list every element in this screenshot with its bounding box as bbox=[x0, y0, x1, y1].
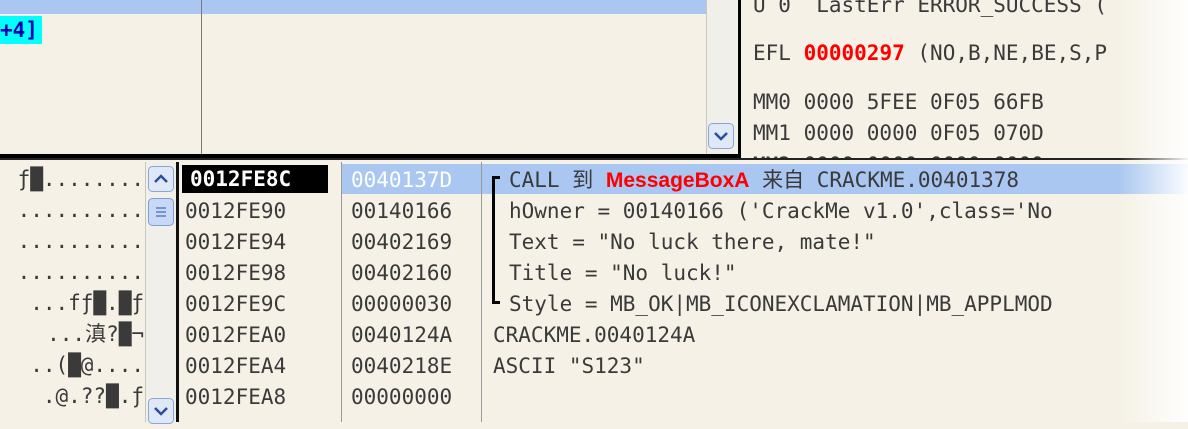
disassembly-selected-row[interactable] bbox=[0, 0, 706, 14]
scroll-thumb-icon bbox=[148, 198, 174, 226]
registers-pane[interactable]: U 0 LastErr ERROR_SUCCESS ( EFL 00000297… bbox=[738, 0, 1188, 160]
comment-call-from: 来自 bbox=[762, 168, 805, 192]
stack-value[interactable]: 00402169 bbox=[351, 227, 452, 257]
stack-comment-howner[interactable]: hOwner = 00140166 ('CrackMe v1.0',class=… bbox=[509, 196, 1053, 226]
comment-call-target: MessageBoxA bbox=[605, 169, 750, 192]
dump-row[interactable]: .......... bbox=[0, 257, 144, 287]
stack-address[interactable]: 0012FE90 bbox=[185, 196, 286, 226]
stack-comment-style[interactable]: Style = MB_OK|MB_ICONEXCLAMATION|MB_APPL… bbox=[509, 289, 1053, 319]
dump-row[interactable]: ..(█@.... bbox=[0, 350, 144, 380]
stack-value[interactable]: 0040218E bbox=[351, 351, 452, 381]
dump-row[interactable]: ...fƒ█.█ƒ bbox=[0, 288, 144, 318]
column-separator bbox=[201, 0, 202, 156]
dump-scroll-thumb[interactable] bbox=[148, 198, 174, 226]
register-efl[interactable]: EFL 00000297 (NO,B,NE,BE,S,P bbox=[753, 38, 1107, 68]
register-efl-flags: (NO,B,NE,BE,S,P bbox=[917, 41, 1108, 65]
comment-call-origin: CRACKME.00401378 bbox=[816, 168, 1020, 192]
column-separator bbox=[341, 162, 342, 422]
stack-value[interactable]: 00000000 bbox=[351, 382, 452, 412]
chevron-up-icon bbox=[148, 166, 174, 192]
stack-address[interactable]: 0012FE98 bbox=[185, 258, 286, 288]
comment-call-prefix: CALL bbox=[509, 168, 573, 192]
stack-address[interactable]: 0012FE9C bbox=[185, 289, 286, 319]
stack-address[interactable]: 0012FEA0 bbox=[185, 320, 286, 350]
dump-row[interactable]: .......... bbox=[0, 226, 144, 256]
stack-address-selected[interactable]: 0012FE8C bbox=[182, 165, 328, 193]
stack-address[interactable]: 0012FEA8 bbox=[185, 382, 286, 412]
register-efl-value[interactable]: 00000297 bbox=[804, 41, 905, 65]
dump-row[interactable]: .......... bbox=[0, 195, 144, 225]
stack-comment-text[interactable]: Text = "No luck there, mate!" bbox=[509, 227, 876, 257]
stack-value[interactable]: 0040124A bbox=[351, 320, 452, 350]
memory-dump-pane[interactable]: ƒ█........ .......... .......... .......… bbox=[0, 162, 144, 422]
dump-row[interactable]: .@.??█.ƒ bbox=[0, 381, 144, 411]
stack-value[interactable]: 00402160 bbox=[351, 258, 452, 288]
comment-call-to: 到 bbox=[572, 168, 594, 192]
column-separator bbox=[481, 162, 482, 422]
register-mm1[interactable]: MM1 0000 0000 0F05 070D bbox=[753, 118, 1044, 148]
pane-separator bbox=[0, 158, 1188, 160]
stack-value[interactable]: 0040137D bbox=[351, 165, 452, 195]
stack-pane[interactable]: 0012FE8C 0012FE90 0012FE94 0012FE98 0012… bbox=[179, 162, 1188, 422]
stack-address[interactable]: 0012FE94 bbox=[185, 227, 286, 257]
dump-row[interactable]: ...滇?█¬ bbox=[0, 319, 144, 349]
disassembly-operand-highlight[interactable]: +4] bbox=[0, 16, 42, 44]
dump-vertical-scrollbar[interactable] bbox=[145, 162, 177, 424]
stack-comment[interactable]: ASCII "S123" bbox=[493, 351, 645, 381]
register-mm0[interactable]: MM0 0000 5FEE 0F05 66FB bbox=[753, 87, 1044, 117]
stack-value[interactable]: 00140166 bbox=[351, 196, 452, 226]
register-efl-label: EFL bbox=[753, 41, 791, 65]
dump-row[interactable]: ƒ█........ bbox=[0, 164, 144, 194]
stack-value[interactable]: 00000030 bbox=[351, 289, 452, 319]
chevron-down-icon bbox=[708, 123, 734, 149]
register-lasterr: U 0 LastErr ERROR_SUCCESS ( bbox=[753, 0, 1108, 17]
disassembly-pane[interactable]: +4] bbox=[0, 0, 736, 156]
disassembly-scroll-down-button[interactable] bbox=[708, 123, 734, 149]
stack-comment[interactable]: CRACKME.0040124A bbox=[493, 320, 695, 350]
call-argument-bracket bbox=[492, 176, 500, 304]
stack-comment-title[interactable]: Title = "No luck!" bbox=[509, 258, 737, 288]
chevron-down-icon bbox=[148, 398, 174, 424]
stack-address[interactable]: 0012FEA4 bbox=[185, 351, 286, 381]
stack-comment-call[interactable]: CALL 到 MessageBoxA 来自 CRACKME.00401378 bbox=[509, 165, 1019, 195]
dump-scroll-up-button[interactable] bbox=[148, 166, 174, 192]
dump-scroll-down-button[interactable] bbox=[148, 398, 174, 424]
